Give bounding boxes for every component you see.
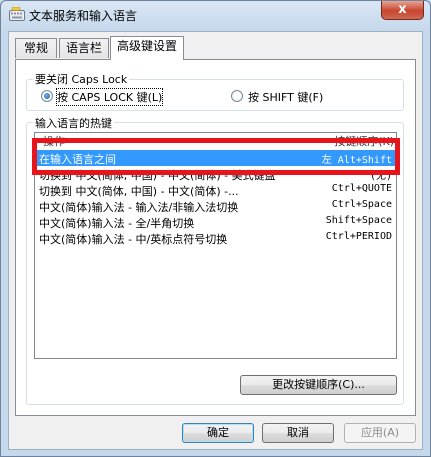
- caps-lock-group-label: 要关闭 Caps Lock: [33, 71, 130, 87]
- hotkey-keys: 左 Alt+Shift: [321, 155, 392, 166]
- radio-shift-key-label[interactable]: 按 SHIFT 键(F): [248, 89, 323, 105]
- hotkeys-group-label: 输入语言的热键: [33, 115, 114, 131]
- cancel-button[interactable]: 取消: [262, 423, 334, 443]
- tab-language-bar[interactable]: 语言栏: [59, 38, 109, 58]
- close-icon: x: [398, 2, 407, 17]
- column-header-keys[interactable]: 按键顺序(K): [334, 133, 394, 149]
- hotkey-row[interactable]: 切换到 中文(简体, 中国) - 中文(简体) - 美式键盘 (无): [35, 166, 396, 182]
- change-key-sequence-button[interactable]: 更改按键顺序(C)...: [240, 375, 397, 395]
- hotkey-row[interactable]: 中文(简体)输入法 - 全/半角切换 Shift+Space: [35, 214, 396, 230]
- hotkey-row[interactable]: 在输入语言之间 左 Alt+Shift: [35, 150, 396, 166]
- column-header-action[interactable]: 操作: [43, 133, 65, 149]
- ok-button[interactable]: 确定: [182, 423, 254, 443]
- dialog-window: 文本服务和输入语言 x 常规 语言栏 高级键设置 要关闭 Caps Lock 按…: [0, 0, 431, 457]
- window-title: 文本服务和输入语言: [29, 9, 138, 23]
- hotkey-action: 在输入语言之间: [39, 153, 116, 166]
- hotkeys-list-header: 操作 按键顺序(K): [35, 133, 396, 149]
- radio-capslock-key[interactable]: [41, 90, 53, 102]
- tab-language-bar-label: 语言栏: [65, 41, 102, 55]
- hotkey-row[interactable]: 中文(简体)输入法 - 中/英标点符号切换 Ctrl+PERIOD: [35, 230, 396, 246]
- hotkey-keys: Ctrl+QUOTE: [331, 183, 392, 194]
- hotkey-action: 中文(简体)输入法 - 中/英标点符号切换: [39, 233, 228, 246]
- hotkey-keys: Shift+Space: [325, 215, 392, 226]
- advanced-key-settings-panel: 要关闭 Caps Lock 按 CAPS LOCK 键(L) 按 SHIFT 键…: [15, 59, 416, 416]
- hotkey-row[interactable]: 中文(简体)输入法 - 输入法/非输入法切换 Ctrl+Space: [35, 198, 396, 214]
- radio-capslock-key-label[interactable]: 按 CAPS LOCK 键(L): [55, 88, 164, 106]
- hotkey-action: 中文(简体)输入法 - 输入法/非输入法切换: [39, 201, 239, 214]
- tab-general-label: 常规: [23, 41, 48, 55]
- hotkey-keys: (无): [369, 171, 392, 182]
- radio-shift-key[interactable]: [231, 90, 243, 102]
- tab-advanced-key-settings-label: 高级键设置: [116, 39, 177, 53]
- close-button[interactable]: x: [381, 1, 424, 20]
- tab-advanced-key-settings[interactable]: 高级键设置: [110, 36, 184, 60]
- hotkeys-list[interactable]: 操作 按键顺序(K) 在输入语言之间 左 Alt+Shift 切换到 中文(简体…: [34, 132, 397, 359]
- title-bar[interactable]: 文本服务和输入语言 x: [1, 1, 430, 29]
- keyboard-icon: [9, 7, 25, 21]
- hotkey-action: 切换到 中文(简体, 中国) - 中文(简体) -...: [39, 185, 239, 198]
- dialog-client-area: 常规 语言栏 高级键设置 要关闭 Caps Lock 按 CAPS LOCK 键…: [8, 31, 423, 450]
- hotkey-keys: Ctrl+PERIOD: [325, 231, 392, 242]
- tab-general[interactable]: 常规: [15, 38, 57, 58]
- hotkey-row[interactable]: 切换到 中文(简体, 中国) - 中文(简体) -... Ctrl+QUOTE: [35, 182, 396, 198]
- apply-button[interactable]: 应用(A): [344, 423, 416, 443]
- hotkey-keys: Ctrl+Space: [331, 199, 392, 210]
- hotkey-action: 切换到 中文(简体, 中国) - 中文(简体) - 美式键盘: [39, 169, 276, 182]
- hotkey-action: 中文(简体)输入法 - 全/半角切换: [39, 217, 195, 230]
